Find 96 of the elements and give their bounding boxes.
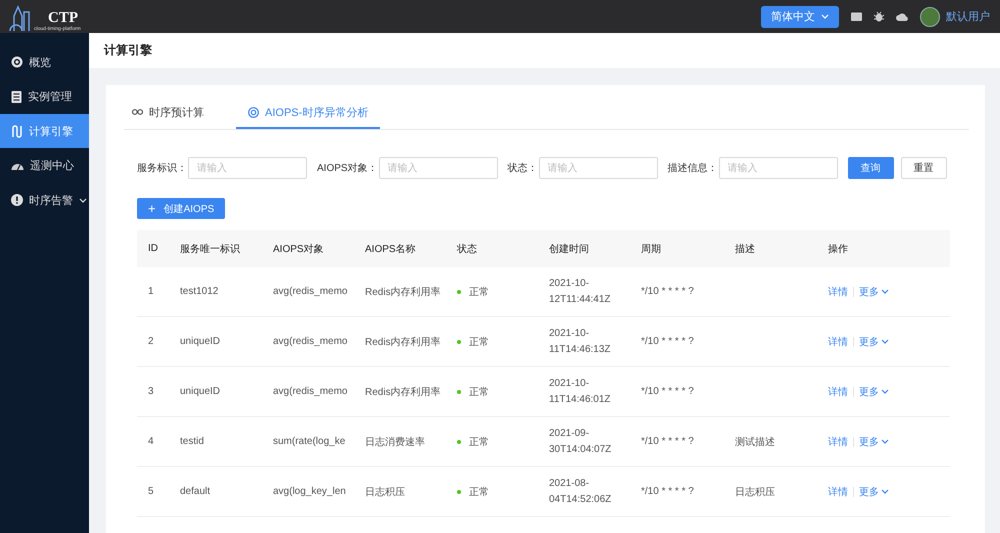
target-icon <box>11 56 23 68</box>
ring-icon <box>248 106 259 118</box>
input-field[interactable]: 请输入 <box>378 157 498 179</box>
table-cell: 日志积压 <box>354 466 446 516</box>
table-cell: 日志积压 <box>724 466 817 516</box>
search-button[interactable]: 查询 <box>848 157 894 179</box>
tab[interactable]: 时序预计算 <box>132 97 218 129</box>
table-cell: uniqueID <box>169 366 262 416</box>
column-header: 操作 <box>817 230 950 267</box>
table-cell-text: 2021-10- 11T14:46:13Z <box>549 326 612 356</box>
more-link[interactable]: 更多 <box>859 284 889 298</box>
sidebar-item[interactable]: 计算引擎 <box>0 114 89 148</box>
more-link[interactable]: 更多 <box>859 434 889 448</box>
details-link[interactable]: 详情 <box>828 384 848 398</box>
sidebar-item[interactable]: 遥测中心 <box>0 148 89 182</box>
details-link[interactable]: 详情 <box>828 284 848 298</box>
city-logo-icon <box>8 4 32 32</box>
column-header: 服务唯一标识 <box>169 230 262 267</box>
table-cell: Redis内存利用率 <box>354 366 446 416</box>
status-text: 正常 <box>469 386 489 398</box>
status-text: 正常 <box>469 436 489 448</box>
avatar[interactable] <box>920 6 940 26</box>
table-cell-text: 2021-09- 30T14:04:07Z <box>549 426 612 456</box>
column-header: AIOPS对象 <box>262 230 354 267</box>
reset-button[interactable]: 重置 <box>900 157 947 179</box>
document-icon <box>11 90 22 102</box>
status-text: 正常 <box>469 336 489 348</box>
table-cell: avg(redis_memo <box>262 316 354 366</box>
table-cell: uniqueID <box>169 316 262 366</box>
table-cell: avg(redis_memo <box>262 267 354 316</box>
sidebar-item[interactable]: 时序告警 <box>0 183 89 217</box>
sidebar-item[interactable]: 实例管理 <box>0 80 89 114</box>
status-text: 正常 <box>469 486 489 498</box>
caret-icon <box>79 198 87 202</box>
table-cell: avg(redis_memo <box>262 366 354 416</box>
field-label: AIOPS对象： <box>317 162 378 175</box>
details-link[interactable]: 详情 <box>828 484 848 498</box>
table-cell: 测试描述 <box>724 416 817 466</box>
bug-icon[interactable] <box>874 11 884 22</box>
caret-icon <box>881 489 889 494</box>
sidebar-item[interactable]: 概览 <box>0 45 89 79</box>
column-header: 状态 <box>446 230 538 267</box>
create-button[interactable]: + 创建AIOPS <box>137 198 226 219</box>
language-dropdown[interactable]: 简体中文 <box>761 6 839 28</box>
caret-icon <box>881 289 889 294</box>
table-cell: */10 * * * * ? <box>630 267 724 316</box>
alert-icon <box>11 194 23 206</box>
caret-icon <box>821 14 829 19</box>
folder-icon[interactable] <box>851 12 862 21</box>
table-cell: */10 * * * * ? <box>630 466 724 516</box>
status-text: 正常 <box>469 286 489 298</box>
input-field[interactable]: 请输入 <box>718 157 838 179</box>
table-cell: */10 * * * * ? <box>630 416 724 466</box>
table-cell: */10 * * * * ? <box>630 316 724 366</box>
more-link[interactable]: 更多 <box>859 384 889 398</box>
logo-title: CTP <box>48 10 79 26</box>
input-field[interactable]: 请输入 <box>188 157 307 179</box>
table-cell: 5 <box>137 466 169 516</box>
table-cell: 4 <box>137 416 169 466</box>
table-cell: 日志消费速率 <box>354 416 446 466</box>
table-cell: Redis内存利用率 <box>354 316 446 366</box>
column-header: ID <box>137 230 169 267</box>
column-header: 描述 <box>724 230 817 267</box>
column-header: AIOPS名称 <box>354 230 446 267</box>
caret-icon <box>881 389 889 394</box>
table-cell: 3 <box>137 366 169 416</box>
column-header: 创建时间 <box>538 230 630 267</box>
table-cell-text: 2021-10- 12T11:44:41Z <box>549 276 612 306</box>
field-label: 服务标识： <box>137 162 187 175</box>
table-cell: default <box>169 466 262 516</box>
more-link[interactable]: 更多 <box>859 334 889 348</box>
table-cell-text: 2021-10- 11T14:46:01Z <box>549 376 612 406</box>
column-header: 周期 <box>630 230 724 267</box>
caret-icon <box>881 339 889 344</box>
engine-icon <box>11 124 23 138</box>
field-label: 状态： <box>508 162 538 175</box>
table-cell: */10 * * * * ? <box>630 366 724 416</box>
cloud-icon[interactable] <box>896 12 908 20</box>
details-link[interactable]: 详情 <box>828 334 848 348</box>
more-link[interactable]: 更多 <box>859 484 889 498</box>
table-cell: test1012 <box>169 267 262 316</box>
table-cell: testid <box>169 416 262 466</box>
table-cell: Redis内存利用率 <box>354 267 446 316</box>
user-name[interactable]: 默认用户 <box>946 9 990 24</box>
dots-icon <box>132 109 143 115</box>
table-cell: sum(rate(log_ke <box>262 416 354 466</box>
page-title: 计算引擎 <box>89 33 1000 68</box>
caret-icon <box>881 439 889 444</box>
table-cell: 1 <box>137 267 169 316</box>
table-cell-text: 2021-08- 04T14:52:06Z <box>549 476 612 506</box>
input-field[interactable]: 请输入 <box>538 157 658 179</box>
table-cell: 2 <box>137 316 169 366</box>
field-label: 描述信息： <box>668 162 718 175</box>
tab[interactable]: AIOPS-时序异常分析 <box>236 97 380 129</box>
table-cell: avg(log_key_len <box>262 466 354 516</box>
details-link[interactable]: 详情 <box>828 434 848 448</box>
